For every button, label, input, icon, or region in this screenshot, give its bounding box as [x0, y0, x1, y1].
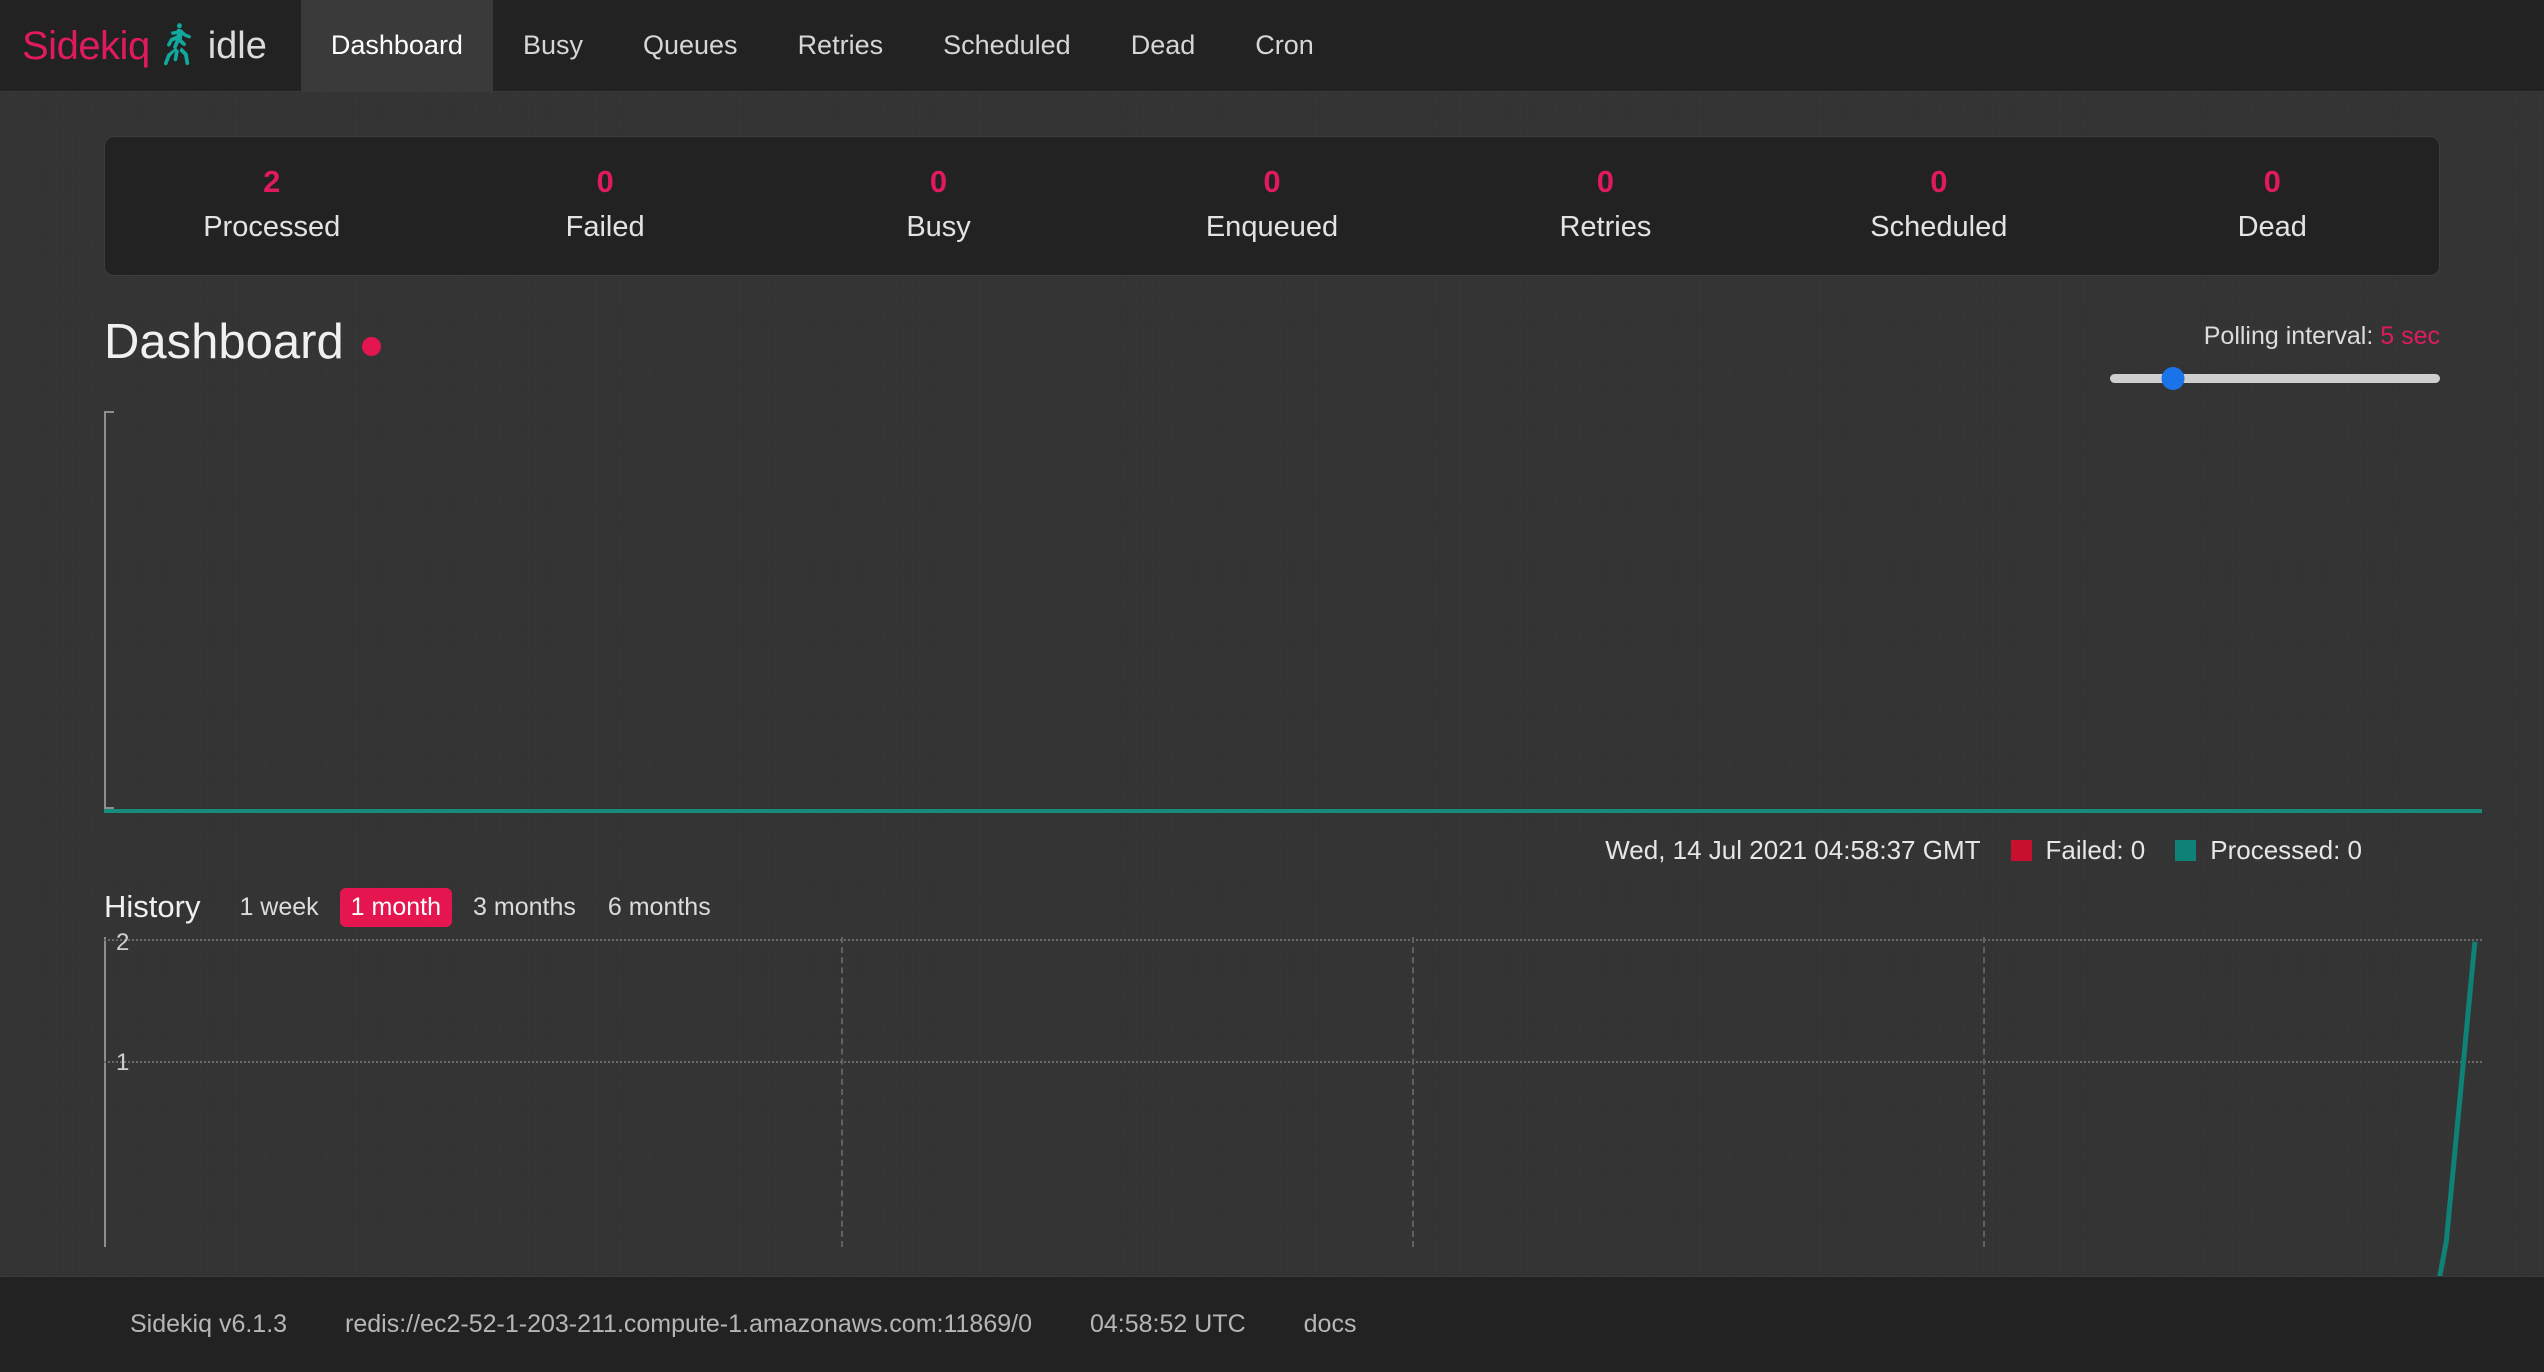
stat-enqueued-value: 0 — [1263, 164, 1281, 199]
footer: Sidekiq v6.1.3 redis://ec2-52-1-203-211.… — [0, 1276, 2544, 1372]
stat-processed-label: Processed — [203, 211, 341, 244]
slider-thumb[interactable] — [2161, 366, 2185, 390]
nav-item-dashboard[interactable]: Dashboard — [300, 0, 493, 91]
realtime-processed-line — [104, 808, 2482, 813]
polling-interval-value: 5 sec — [2380, 321, 2440, 350]
stat-failed-label: Failed — [565, 211, 645, 244]
legend-label-processed: Processed: 0 — [2210, 834, 2362, 865]
nav-item-cron[interactable]: Cron — [1225, 0, 1344, 91]
navbar: Sidekiq idle Dashboard Busy Queues Retri… — [0, 0, 2544, 92]
slider-track[interactable] — [2110, 373, 2440, 383]
polling-interval-label-prefix: Polling interval: — [2203, 321, 2374, 350]
brand-name: Sidekiq — [22, 23, 150, 68]
polling-interval-label: Polling interval: 5 sec — [2110, 322, 2440, 351]
realtime-chart-section: Wed, 14 Jul 2021 04:58:37 GMT Failed: 0 … — [0, 389, 2544, 866]
history-chart-section: 2 1 — [0, 927, 2544, 1187]
brand[interactable]: Sidekiq idle — [0, 0, 301, 91]
stat-processed-value: 2 — [263, 164, 281, 199]
stat-dead-value: 0 — [2263, 164, 2281, 199]
live-status-indicator — [361, 337, 381, 357]
nav-item-retries[interactable]: Retries — [768, 0, 914, 91]
legend-entry-processed: Processed: 0 — [2175, 835, 2362, 866]
stat-busy[interactable]: 0 Busy — [772, 163, 1105, 245]
history-range-selector: 1 week 1 month 3 months 6 months — [228, 887, 722, 927]
brand-status-label: idle — [207, 24, 267, 67]
nav-item-queues[interactable]: Queues — [613, 0, 768, 91]
legend-label-failed: Failed: 0 — [2045, 834, 2146, 865]
stat-dead[interactable]: 0 Dead — [2106, 163, 2439, 245]
footer-version: Sidekiq v6.1.3 — [130, 1310, 288, 1338]
stat-processed[interactable]: 2 Processed — [105, 163, 438, 245]
page-title-group: Dashboard — [104, 314, 381, 369]
legend-swatch-processed — [2175, 839, 2197, 861]
realtime-chart — [104, 410, 2482, 813]
realtime-chart-legend: Wed, 14 Jul 2021 04:58:37 GMT Failed: 0 … — [104, 813, 2482, 866]
realtime-y-axis — [104, 410, 106, 813]
stat-scheduled-label: Scheduled — [1870, 211, 2008, 244]
stat-dead-label: Dead — [2237, 211, 2307, 244]
stat-scheduled[interactable]: 0 Scheduled — [1772, 163, 2105, 245]
nav-item-dead[interactable]: Dead — [1101, 0, 1226, 91]
legend-swatch-failed — [2010, 839, 2032, 861]
page-header: Dashboard Polling interval: 5 sec — [0, 276, 2544, 390]
stat-scheduled-value: 0 — [1930, 164, 1948, 199]
footer-redis-url: redis://ec2-52-1-203-211.compute-1.amazo… — [345, 1310, 1032, 1338]
stat-retries-label: Retries — [1559, 211, 1652, 244]
stat-failed[interactable]: 0 Failed — [438, 163, 771, 245]
stats-panel: 2 Processed 0 Failed 0 Busy 0 Enqueued 0… — [104, 136, 2440, 276]
footer-docs-link[interactable]: docs — [1304, 1310, 1357, 1339]
legend-timestamp: Wed, 14 Jul 2021 04:58:37 GMT — [1605, 834, 1981, 865]
nav-items: Dashboard Busy Queues Retries Scheduled … — [300, 0, 1344, 91]
realtime-y-tick-top — [104, 410, 114, 413]
stats-section: 2 Processed 0 Failed 0 Busy 0 Enqueued 0… — [0, 92, 2544, 276]
stat-busy-label: Busy — [906, 211, 971, 244]
footer-time: 04:58:52 UTC — [1090, 1310, 1246, 1338]
nav-item-scheduled[interactable]: Scheduled — [913, 0, 1101, 91]
history-range-1-month[interactable]: 1 month — [339, 887, 453, 927]
history-range-6-months[interactable]: 6 months — [597, 888, 722, 927]
history-range-3-months[interactable]: 3 months — [462, 888, 587, 927]
nav-item-busy[interactable]: Busy — [493, 0, 613, 91]
polling-interval-control: Polling interval: 5 sec — [2110, 318, 2440, 390]
legend-entry-failed: Failed: 0 — [2010, 834, 2146, 866]
stat-enqueued-label: Enqueued — [1205, 211, 1339, 244]
history-title: History — [104, 889, 201, 925]
stat-failed-value: 0 — [596, 164, 614, 199]
stat-busy-value: 0 — [929, 164, 948, 199]
polling-interval-slider[interactable] — [2110, 366, 2440, 390]
stat-retries[interactable]: 0 Retries — [1439, 163, 1772, 245]
stat-enqueued[interactable]: 0 Enqueued — [1105, 163, 1438, 245]
history-header: History 1 week 1 month 3 months 6 months — [0, 866, 2544, 927]
stat-retries-value: 0 — [1596, 164, 1615, 199]
page-title: Dashboard — [104, 314, 344, 369]
sidekiq-runner-icon — [163, 22, 194, 68]
history-range-1-week[interactable]: 1 week — [228, 888, 329, 927]
history-chart: 2 1 — [104, 929, 2482, 1187]
